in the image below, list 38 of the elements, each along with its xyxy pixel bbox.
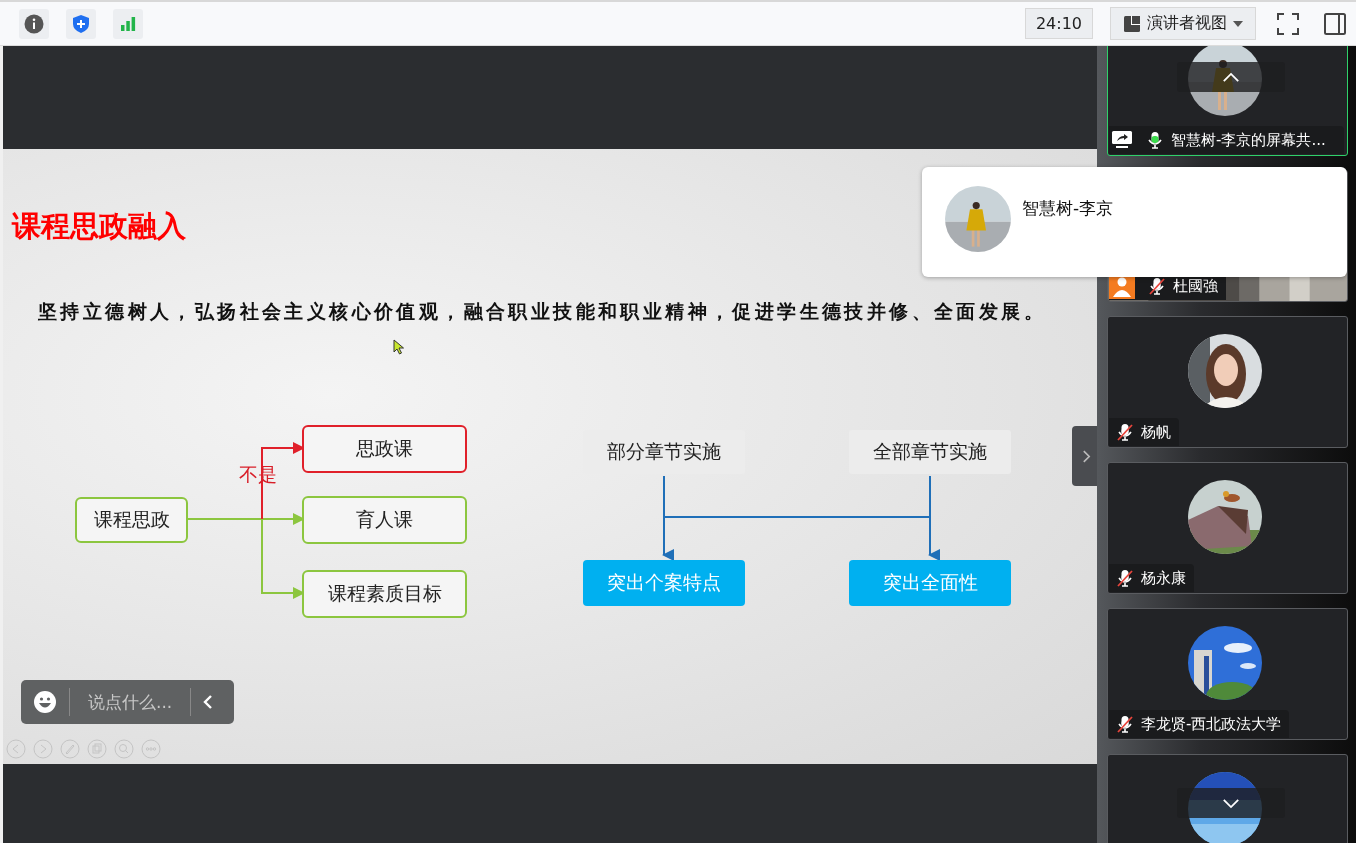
slide-title: 课程思政融入	[12, 208, 186, 245]
participant-tile[interactable]: 李龙贤-西北政法大学	[1107, 608, 1348, 740]
collapse-chevron-icon[interactable]	[203, 694, 213, 710]
chevron-right-icon	[1081, 448, 1091, 464]
meeting-timer: 24:10	[1024, 8, 1093, 39]
cursor-icon	[393, 339, 405, 355]
participant-tile[interactable]: 杨永康	[1107, 462, 1348, 594]
muted-microphone-icon[interactable]	[1115, 568, 1135, 588]
emoji-icon[interactable]	[33, 690, 57, 714]
info-icon[interactable]	[19, 8, 49, 39]
participant-name: 杨帆	[1141, 422, 1171, 442]
participant-name: 智慧树-李京的屏幕共...	[1171, 130, 1326, 150]
participant-name: 智慧树-李京	[1022, 197, 1114, 220]
diagram-node: 全部章节实施	[849, 430, 1011, 474]
participant-name: 李龙贤-西北政法大学	[1141, 714, 1282, 734]
diagram-node: 课程思政	[75, 497, 188, 543]
view-mode-dropdown[interactable]: 演讲者视图	[1110, 7, 1256, 40]
shield-icon[interactable]	[66, 8, 96, 39]
diagram-node: 思政课	[302, 425, 467, 473]
diagram-node: 育人课	[302, 496, 467, 544]
diagram-node: 突出个案特点	[583, 560, 745, 606]
chevron-down-icon	[1222, 797, 1240, 809]
participant-tile[interactable]: 杨帆	[1107, 316, 1348, 448]
participant-name: 杨永康	[1141, 568, 1186, 588]
chat-input-field[interactable]: 说点什么...	[69, 688, 191, 716]
muted-microphone-icon[interactable]	[1115, 422, 1135, 442]
muted-microphone-icon[interactable]	[1147, 276, 1167, 296]
diagram-node: 突出全面性	[849, 560, 1011, 606]
slide-subtitle: 坚持立德树人，弘扬社会主义核心价值观，融合职业技能和职业精神，促进学生德技并修、全面发展。	[38, 299, 1046, 324]
presenter-view-icon	[1123, 14, 1141, 33]
microphone-icon[interactable]	[1145, 130, 1165, 150]
participant-name: 杜國強	[1173, 276, 1218, 296]
diagram-node: 课程素质目标	[302, 570, 467, 618]
signal-icon[interactable]	[113, 8, 143, 39]
chevron-up-icon	[1222, 71, 1240, 83]
panel-toggle-button[interactable]	[1072, 426, 1100, 486]
caret-icon	[1233, 20, 1243, 27]
muted-microphone-icon[interactable]	[1115, 714, 1135, 734]
